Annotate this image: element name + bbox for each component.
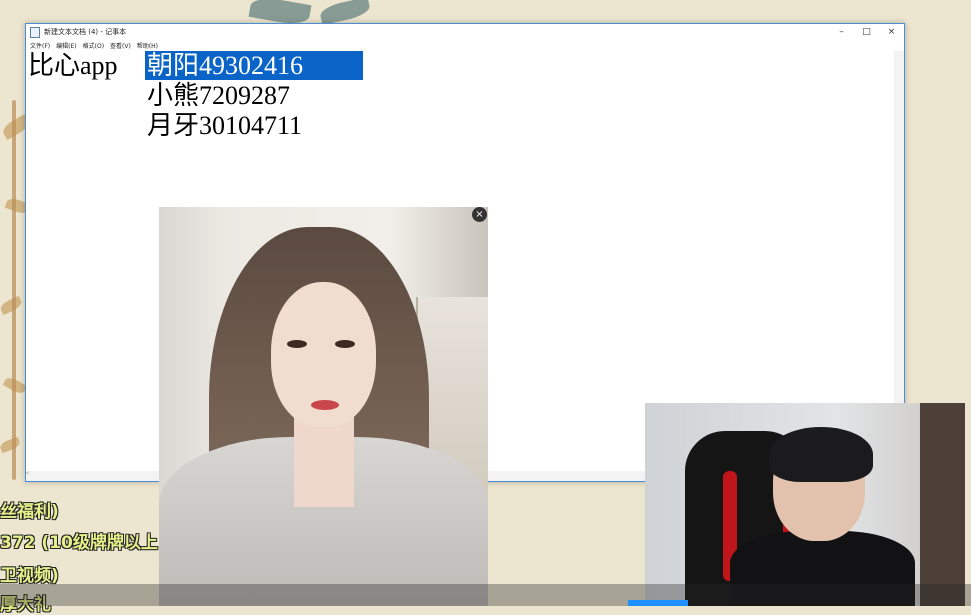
photo-popup[interactable] xyxy=(159,207,488,606)
webcam-overlay xyxy=(645,403,965,606)
title-bar[interactable]: 新建文本文档 (4) - 记事本 – □ × xyxy=(26,24,904,40)
overlay-text-line: 丝福利) xyxy=(0,502,59,522)
leaf-decoration xyxy=(0,436,22,454)
text-line: 小熊7209287 xyxy=(147,81,290,111)
neck xyxy=(294,417,354,507)
eye xyxy=(335,340,355,348)
vine-decoration xyxy=(12,100,16,480)
line-text: 小熊7209287 xyxy=(147,81,291,110)
streamer-hair xyxy=(769,427,873,482)
menu-bar: 文件(F) 编辑(E) 格式(O) 查看(V) 帮助(H) xyxy=(26,40,904,51)
overlay-text-line: 372 (10级牌牌以上 xyxy=(0,533,158,553)
menu-edit[interactable]: 编辑(E) xyxy=(56,41,76,50)
face xyxy=(271,282,376,427)
bottom-highlight xyxy=(628,600,688,606)
close-button[interactable]: × xyxy=(879,24,904,40)
selected-text[interactable]: 朝阳49302416 xyxy=(145,51,364,80)
background-wall xyxy=(920,403,965,606)
lips xyxy=(311,400,339,410)
scroll-left-arrow[interactable]: < xyxy=(26,471,29,477)
notepad-icon xyxy=(30,26,40,38)
line-text: 月牙30104711 xyxy=(147,111,303,140)
menu-format[interactable]: 格式(O) xyxy=(83,41,104,50)
window-controls: – □ × xyxy=(829,24,904,40)
minimize-button[interactable]: – xyxy=(829,24,854,40)
popup-close-icon[interactable]: × xyxy=(472,207,487,222)
overlay-text-line: 卫视频) xyxy=(0,566,59,586)
text-line: 朝阳49302416 xyxy=(145,51,364,81)
maximize-button[interactable]: □ xyxy=(854,24,879,40)
bottom-strip xyxy=(0,584,971,606)
menu-view[interactable]: 查看(V) xyxy=(110,41,131,50)
eye xyxy=(287,340,307,348)
window-title: 新建文本文档 (4) - 记事本 xyxy=(44,28,127,36)
menu-help[interactable]: 帮助(H) xyxy=(137,41,158,50)
leaf-decoration xyxy=(318,0,372,26)
text-line: 月牙30104711 xyxy=(147,111,302,141)
menu-file[interactable]: 文件(F) xyxy=(30,41,50,50)
line-prefix: 比心app xyxy=(28,51,118,80)
text-line: 比心app xyxy=(28,51,118,81)
